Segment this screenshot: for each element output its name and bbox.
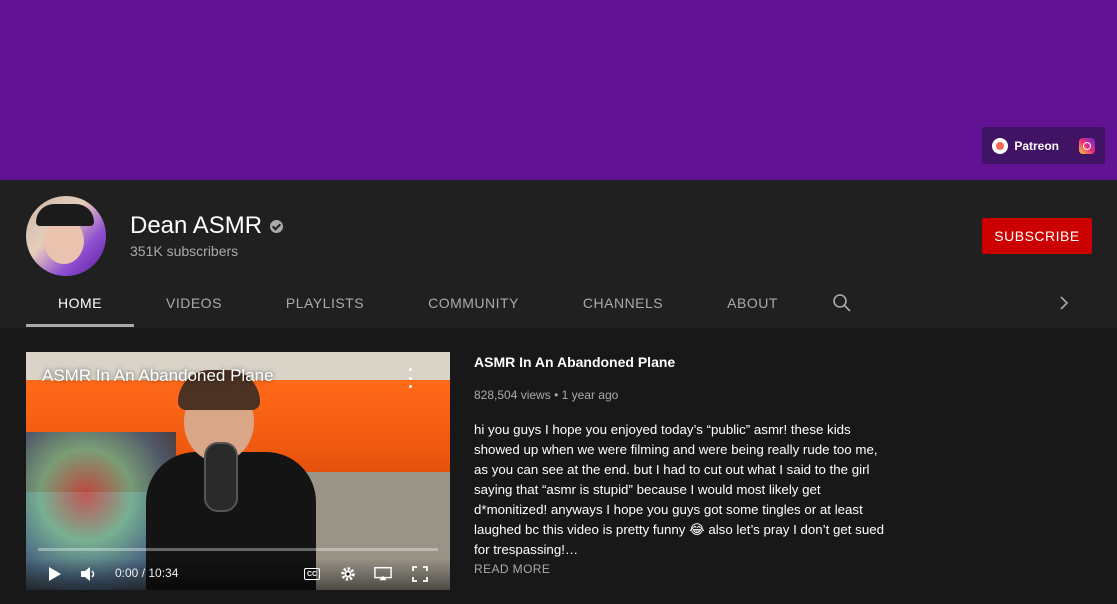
player-overlay-title[interactable]: ASMR In An Abandoned Plane <box>42 366 274 386</box>
channel-header: Dean ASMR 351K subscribers SUBSCRIBE HOM… <box>0 180 1117 328</box>
avatar-cap <box>36 204 94 226</box>
patreon-link-label: Patreon <box>1014 138 1059 153</box>
verified-check-icon <box>270 219 284 233</box>
subscribe-button[interactable]: SUBSCRIBE <box>982 218 1092 254</box>
video-meta: 828,504 views • 1 year ago <box>474 386 884 404</box>
home-content: ASMR In An Abandoned Plane 0:00 / 10:34 … <box>0 328 1117 604</box>
progress-bar[interactable] <box>38 548 438 551</box>
settings-gear-icon[interactable] <box>339 566 357 582</box>
chevron-right-icon[interactable] <box>1052 291 1076 315</box>
tab-videos[interactable]: VIDEOS <box>134 279 254 327</box>
tab-playlists[interactable]: PLAYLISTS <box>254 279 396 327</box>
avatar[interactable] <box>26 196 106 276</box>
banner-links: Patreon <box>982 127 1105 164</box>
captions-icon[interactable]: CC <box>303 566 321 582</box>
airplay-icon[interactable] <box>374 566 392 582</box>
view-count: 828,504 views <box>474 388 551 402</box>
more-vert-icon[interactable] <box>406 368 414 388</box>
player-controls: 0:00 / 10:34 CC <box>26 558 450 590</box>
volume-icon[interactable] <box>80 566 98 582</box>
video-frame-microphone <box>204 442 238 512</box>
video-player[interactable]: ASMR In An Abandoned Plane 0:00 / 10:34 … <box>26 352 450 590</box>
meta-separator: • <box>554 388 559 402</box>
channel-search-icon[interactable] <box>810 279 874 327</box>
channel-name: Dean ASMR <box>130 212 284 240</box>
time-display: 0:00 / 10:34 <box>115 566 179 580</box>
fullscreen-icon[interactable] <box>411 566 429 582</box>
read-more-link[interactable]: READ MORE <box>474 562 884 576</box>
tab-channels[interactable]: CHANNELS <box>551 279 695 327</box>
video-info: ASMR In An Abandoned Plane 828,504 views… <box>474 352 884 576</box>
patreon-icon <box>992 137 1009 154</box>
channel-banner: Patreon <box>0 0 1117 180</box>
tab-community[interactable]: COMMUNITY <box>396 279 551 327</box>
video-description: hi you guys I hope you enjoyed today’s “… <box>474 422 885 557</box>
tab-home[interactable]: HOME <box>26 279 134 327</box>
instagram-icon <box>1079 137 1095 154</box>
channel-tabs: HOME VIDEOS PLAYLISTS COMMUNITY CHANNELS… <box>26 279 874 327</box>
subscriber-count: 351K subscribers <box>130 243 239 259</box>
channel-name-text: Dean ASMR <box>130 212 263 239</box>
tab-about[interactable]: ABOUT <box>695 279 810 327</box>
instagram-link[interactable] <box>1069 127 1105 164</box>
upload-age: 1 year ago <box>561 388 619 402</box>
play-icon[interactable] <box>46 566 64 582</box>
video-title[interactable]: ASMR In An Abandoned Plane <box>474 352 884 372</box>
patreon-link[interactable]: Patreon <box>982 127 1069 164</box>
